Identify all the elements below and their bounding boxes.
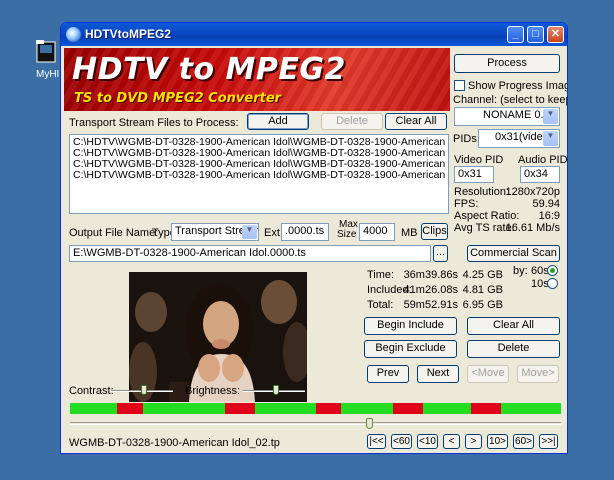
timeline-segment-exclude[interactable] (225, 403, 256, 414)
move-right-button[interactable]: Move> (517, 365, 559, 383)
current-file-label: WGMB-DT-0328-1900-American Idol_02.tp (69, 437, 280, 449)
clear-all-files-button[interactable]: Clear All (385, 113, 447, 130)
window-title: HDTVtoMPEG2 (85, 27, 172, 41)
pids-select[interactable]: 0x31(video) ▼ (478, 129, 560, 148)
video-pid-input[interactable]: 0x31 (454, 166, 494, 183)
clips-button[interactable]: Clips (421, 223, 448, 240)
seek-button[interactable]: < (443, 434, 460, 449)
stat-value: 16.61 Mb/s (505, 222, 560, 234)
audio-pid-input[interactable]: 0x34 (520, 166, 560, 183)
seek-button[interactable]: > (465, 434, 482, 449)
begin-include-button[interactable]: Begin Include (364, 317, 457, 335)
timeline-segment-include[interactable] (143, 403, 226, 414)
prev-button[interactable]: Prev (367, 365, 409, 383)
video-frame-image (129, 272, 307, 402)
time-row-size: 6.95 GB (462, 299, 503, 311)
time-row-label: Total: (367, 299, 394, 311)
contrast-slider-thumb[interactable] (141, 385, 147, 395)
scan-60s-radio[interactable] (547, 265, 558, 276)
timeline-segment-include[interactable] (500, 403, 562, 414)
time-row-time: 59m52.91s (403, 299, 458, 311)
time-row-size: 4.81 GB (462, 284, 503, 296)
show-progress-checkbox[interactable] (454, 80, 465, 91)
timeline-segment-exclude[interactable] (117, 403, 144, 414)
chevron-down-icon: ▼ (242, 225, 257, 239)
show-progress-label: Show Progress Image (468, 80, 568, 92)
close-button[interactable]: ✕ (547, 26, 564, 43)
stat-value: 59.94 (532, 198, 560, 210)
time-row-time: 36m39.86s (403, 269, 458, 281)
list-item[interactable]: C:\HDTV\WGMB-DT-0328-1900-American Idol\… (73, 159, 445, 170)
seek-button[interactable]: >>| (539, 434, 558, 449)
time-row-size: 4.25 GB (462, 269, 503, 281)
maximize-button[interactable]: □ (527, 26, 544, 43)
timeline-segment-include[interactable] (255, 403, 316, 414)
scan-by-label: by: (513, 265, 528, 277)
seek-button[interactable]: 10> (487, 434, 508, 449)
contrast-label: Contrast: (69, 385, 114, 397)
browse-button[interactable]: ... (433, 245, 448, 262)
list-item[interactable]: C:\HDTV\WGMB-DT-0328-1900-American Idol\… (73, 137, 445, 148)
scan-10s-radio[interactable] (547, 278, 558, 289)
audio-pid-label: Audio PID (518, 154, 568, 166)
file-list[interactable]: C:\HDTV\WGMB-DT-0328-1900-American Idol\… (69, 134, 449, 214)
begin-exclude-button[interactable]: Begin Exclude (364, 340, 457, 358)
banner-title: HDTV to MPEG2 (72, 52, 346, 87)
minimize-button[interactable]: _ (507, 26, 524, 43)
size-label: Size (337, 229, 357, 240)
stat-value: 16:9 (538, 210, 560, 222)
seek-button[interactable]: |<< (367, 434, 386, 449)
brightness-label: Brightness: (185, 385, 241, 397)
stat-value: 1280x720p (505, 186, 560, 198)
delete-file-button[interactable]: Delete (321, 113, 383, 130)
list-item[interactable]: C:\HDTV\WGMB-DT-0328-1900-American Idol\… (73, 148, 445, 159)
timeline-segment-exclude[interactable] (470, 403, 501, 414)
time-row-time: 41m26.08s (403, 284, 458, 296)
timeline-segment-include[interactable] (423, 403, 471, 414)
video-pid-label: Video PID (454, 154, 504, 166)
commercial-scan-button[interactable]: Commercial Scan (467, 245, 560, 262)
type-select[interactable]: Transport Stream ▼ (171, 223, 259, 241)
clear-all-marks-button[interactable]: Clear All (467, 317, 560, 335)
title-bar[interactable]: HDTVtoMPEG2 _ □ ✕ (61, 23, 567, 46)
seek-button[interactable]: 60> (513, 434, 534, 449)
output-path-input[interactable]: E:\WGMB-DT-0328-1900-American Idol.0000.… (69, 245, 431, 262)
stat-label: FPS: (454, 198, 479, 210)
desktop-icon[interactable] (34, 38, 60, 66)
timeline-segment-include[interactable] (341, 403, 394, 414)
list-item[interactable]: C:\HDTV\WGMB-DT-0328-1900-American Idol\… (73, 170, 445, 181)
mb-label: MB (401, 227, 418, 239)
next-button[interactable]: Next (417, 365, 459, 383)
timeline-segment-exclude[interactable] (393, 403, 424, 414)
position-slider-thumb[interactable] (366, 418, 373, 429)
channel-select-value: NONAME 0.1 (483, 109, 550, 121)
app-icon (66, 27, 81, 42)
banner-subtitle: TS to DVD MPEG2 Converter (74, 91, 282, 106)
move-left-button[interactable]: <Move (467, 365, 509, 383)
output-name-label: Output File Name: (69, 227, 159, 239)
max-size-input[interactable]: 4000 (359, 223, 395, 241)
position-slider-track[interactable] (70, 422, 561, 425)
ext-label: Ext (264, 227, 280, 239)
seek-button[interactable]: <60 (391, 434, 412, 449)
timeline-segment-include[interactable] (70, 403, 118, 414)
chevron-down-icon: ▼ (543, 109, 558, 124)
app-window: HDTVtoMPEG2 _ □ ✕ HDTV to MPEG2 TS to DV… (60, 22, 568, 454)
brightness-slider-thumb[interactable] (273, 385, 279, 395)
process-button[interactable]: Process (454, 54, 560, 73)
ext-input[interactable]: .0000.ts (281, 223, 329, 241)
channel-label: Channel: (select to keep) (453, 94, 568, 106)
files-heading: Transport Stream Files to Process: (69, 117, 239, 129)
channel-select[interactable]: NONAME 0.1 ▼ (454, 107, 560, 126)
video-preview (129, 272, 307, 402)
add-button[interactable]: Add (247, 113, 309, 130)
desktop-icon-label: MyHI (36, 69, 60, 80)
pids-label: PIDs: (453, 133, 480, 145)
include-exclude-timeline[interactable] (70, 403, 562, 414)
timeline-segment-exclude[interactable] (315, 403, 342, 414)
delete-mark-button[interactable]: Delete (467, 340, 560, 358)
banner-logo: HDTV to MPEG2 TS to DVD MPEG2 Converter (64, 48, 450, 111)
seek-button[interactable]: <10 (417, 434, 438, 449)
chevron-down-icon: ▼ (543, 131, 558, 146)
